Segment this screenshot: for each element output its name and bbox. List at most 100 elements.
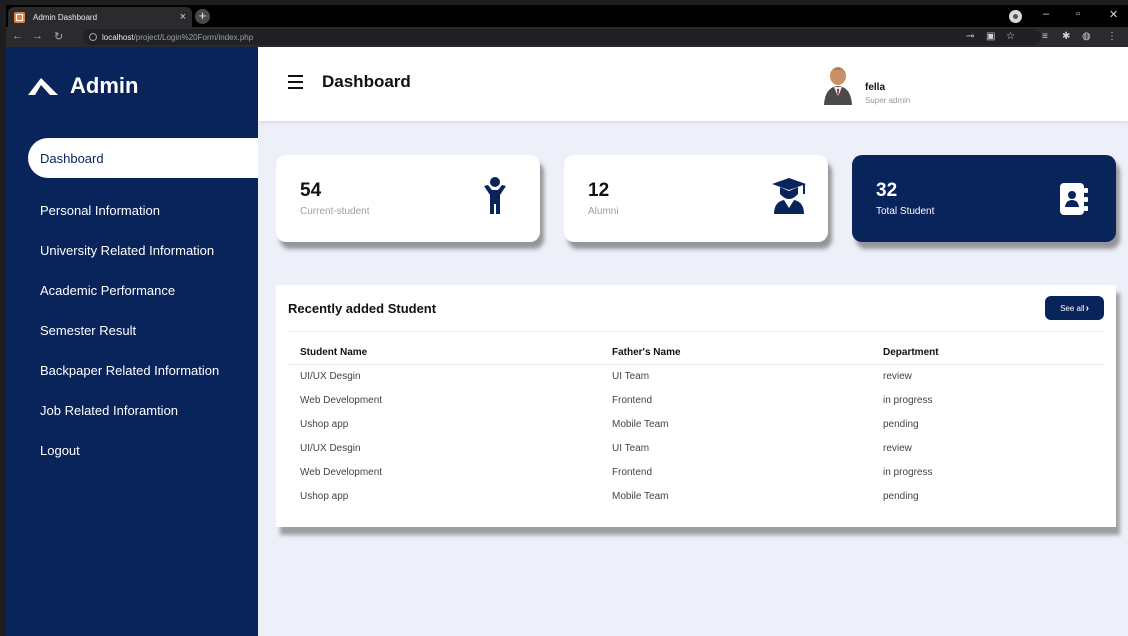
card-label: Current-student [300,206,370,217]
student-name-cell: Ushop app [300,419,349,430]
child-icon [484,177,506,214]
bookmark-star-icon[interactable]: ☆ [1006,31,1015,42]
father-name-cell: Mobile Team [612,491,669,502]
panel-title: Recently added Student [288,301,437,316]
student-name-cell: UI/UX Desgin [300,443,361,454]
department-cell: pending [883,491,919,502]
department-cell: review [883,443,912,454]
card-value: 12 [588,180,610,201]
column-header: Father's Name [612,347,681,358]
browser-window: Admin Dashboard × + – ▫ ✕ ← → ↻ localhos… [6,5,1128,636]
page: Admin Dashboard Personal Information Uni… [6,47,1128,636]
top-bar: Dashboard fella Super admin [258,47,1128,121]
tab-strip: Admin Dashboard × + – ▫ ✕ [6,5,1128,27]
student-name-cell: Web Development [300,395,383,406]
address-bar[interactable]: localhost/project/Login%20Form/index.php [83,29,1041,45]
browser-tab[interactable]: Admin Dashboard × [8,7,192,27]
father-name-cell: Mobile Team [612,419,669,430]
sidebar-nav: Dashboard Personal Information Universit… [28,138,258,470]
extension-icon[interactable]: ≡ [1042,31,1048,42]
forward-icon[interactable]: → [32,30,43,42]
url-path: /project/Login%20Form/index.php [133,32,254,42]
card-value: 54 [300,180,322,201]
alumni-card[interactable]: 12 Alumni [564,155,828,242]
hamburger-menu-icon[interactable] [288,75,303,93]
card-label: Total Student [876,206,935,217]
table-row[interactable]: Ushop app Mobile Team pending [288,485,1104,509]
recent-students-panel: Recently added Student See all › Student… [276,285,1116,527]
sidebar-item-label: Backpaper Related Information [40,362,220,378]
see-all-label: See all [1060,303,1085,313]
divider [288,331,1104,332]
sidebar-item-label: Academic Performance [40,282,176,298]
new-tab-button[interactable]: + [195,9,210,24]
browser-toolbar: ← → ↻ localhost/project/Login%20Form/ind… [6,27,1128,47]
sidebar-item-personal-information[interactable]: Personal Information [28,190,258,230]
father-name-cell: Frontend [612,395,653,406]
sidebar-item-label: Dashboard [40,150,104,166]
minimize-icon[interactable]: – [1043,8,1049,20]
sidebar-item-label: University Related Information [40,242,215,258]
sidebar-item-job[interactable]: Job Related Inforamtion [28,390,258,430]
card-value: 32 [876,180,898,201]
column-header: Student Name [300,347,368,358]
table-row[interactable]: UI/UX Desgin UI Team review [288,365,1104,389]
favicon-icon [14,11,25,23]
father-name-cell: Frontend [612,467,653,478]
department-cell: in progress [883,467,933,478]
reload-icon[interactable]: ↻ [54,30,63,43]
sidebar-item-label: Personal Information [40,202,160,218]
total-student-card[interactable]: 32 Total Student [852,155,1116,242]
avatar[interactable] [823,65,853,105]
student-name-cell: Web Development [300,467,383,478]
puzzle-icon[interactable]: ✱ [1062,31,1070,42]
back-icon[interactable]: ← [12,30,23,42]
sidebar-item-backpaper[interactable]: Backpaper Related Information [28,350,258,390]
tab-title: Admin Dashboard [33,12,98,22]
sidebar-item-semester-result[interactable]: Semester Result [28,310,258,350]
user-role: Super admin [865,96,911,105]
current-student-card[interactable]: 54 Current-student [276,155,540,242]
brand-title: Admin [70,73,139,98]
see-all-button[interactable]: See all › [1045,296,1104,320]
menu-kebab-icon[interactable]: ⋮ [1107,31,1117,42]
sidebar: Admin Dashboard Personal Information Uni… [6,47,258,636]
chevron-right-icon: › [1085,302,1089,314]
address-book-icon [1060,183,1088,215]
sidebar-item-university-information[interactable]: University Related Information [28,230,258,270]
sidebar-item-dashboard[interactable]: Dashboard [28,138,258,178]
table-row[interactable]: Web Development Frontend in progress [288,389,1104,413]
sidebar-item-academic-performance[interactable]: Academic Performance [28,270,258,310]
logo-icon [28,78,58,95]
student-name-cell: Ushop app [300,491,349,502]
key-icon[interactable]: ⊸ [966,31,974,42]
user-name: fella [865,82,886,93]
url-host: localhost [102,32,134,42]
extension-avatar-icon[interactable]: ◍ [1082,31,1091,42]
column-header: Department [883,347,939,358]
brand[interactable]: Admin [28,73,138,99]
translate-icon[interactable]: ▣ [986,31,995,42]
card-label: Alumni [588,206,619,217]
site-info-icon[interactable] [89,33,97,41]
sidebar-item-label: Logout [40,442,80,458]
close-window-icon[interactable]: ✕ [1109,8,1118,21]
page-title: Dashboard [322,72,411,91]
profile-icon[interactable] [1009,10,1022,23]
table-header: Student Name Father's Name Department [288,341,1104,365]
maximize-icon[interactable]: ▫ [1076,8,1080,20]
table-row[interactable]: Ushop app Mobile Team pending [288,413,1104,437]
sidebar-item-label: Semester Result [40,322,137,338]
sidebar-item-logout[interactable]: Logout [28,430,258,470]
table-row[interactable]: UI/UX Desgin UI Team review [288,437,1104,461]
department-cell: pending [883,419,919,430]
department-cell: in progress [883,395,933,406]
father-name-cell: UI Team [612,371,650,382]
department-cell: review [883,371,912,382]
table-row[interactable]: Web Development Frontend in progress [288,461,1104,485]
student-name-cell: UI/UX Desgin [300,371,361,382]
graduate-icon [772,178,806,214]
sidebar-item-label: Job Related Inforamtion [40,402,179,418]
close-tab-icon[interactable]: × [180,11,186,23]
father-name-cell: UI Team [612,443,650,454]
